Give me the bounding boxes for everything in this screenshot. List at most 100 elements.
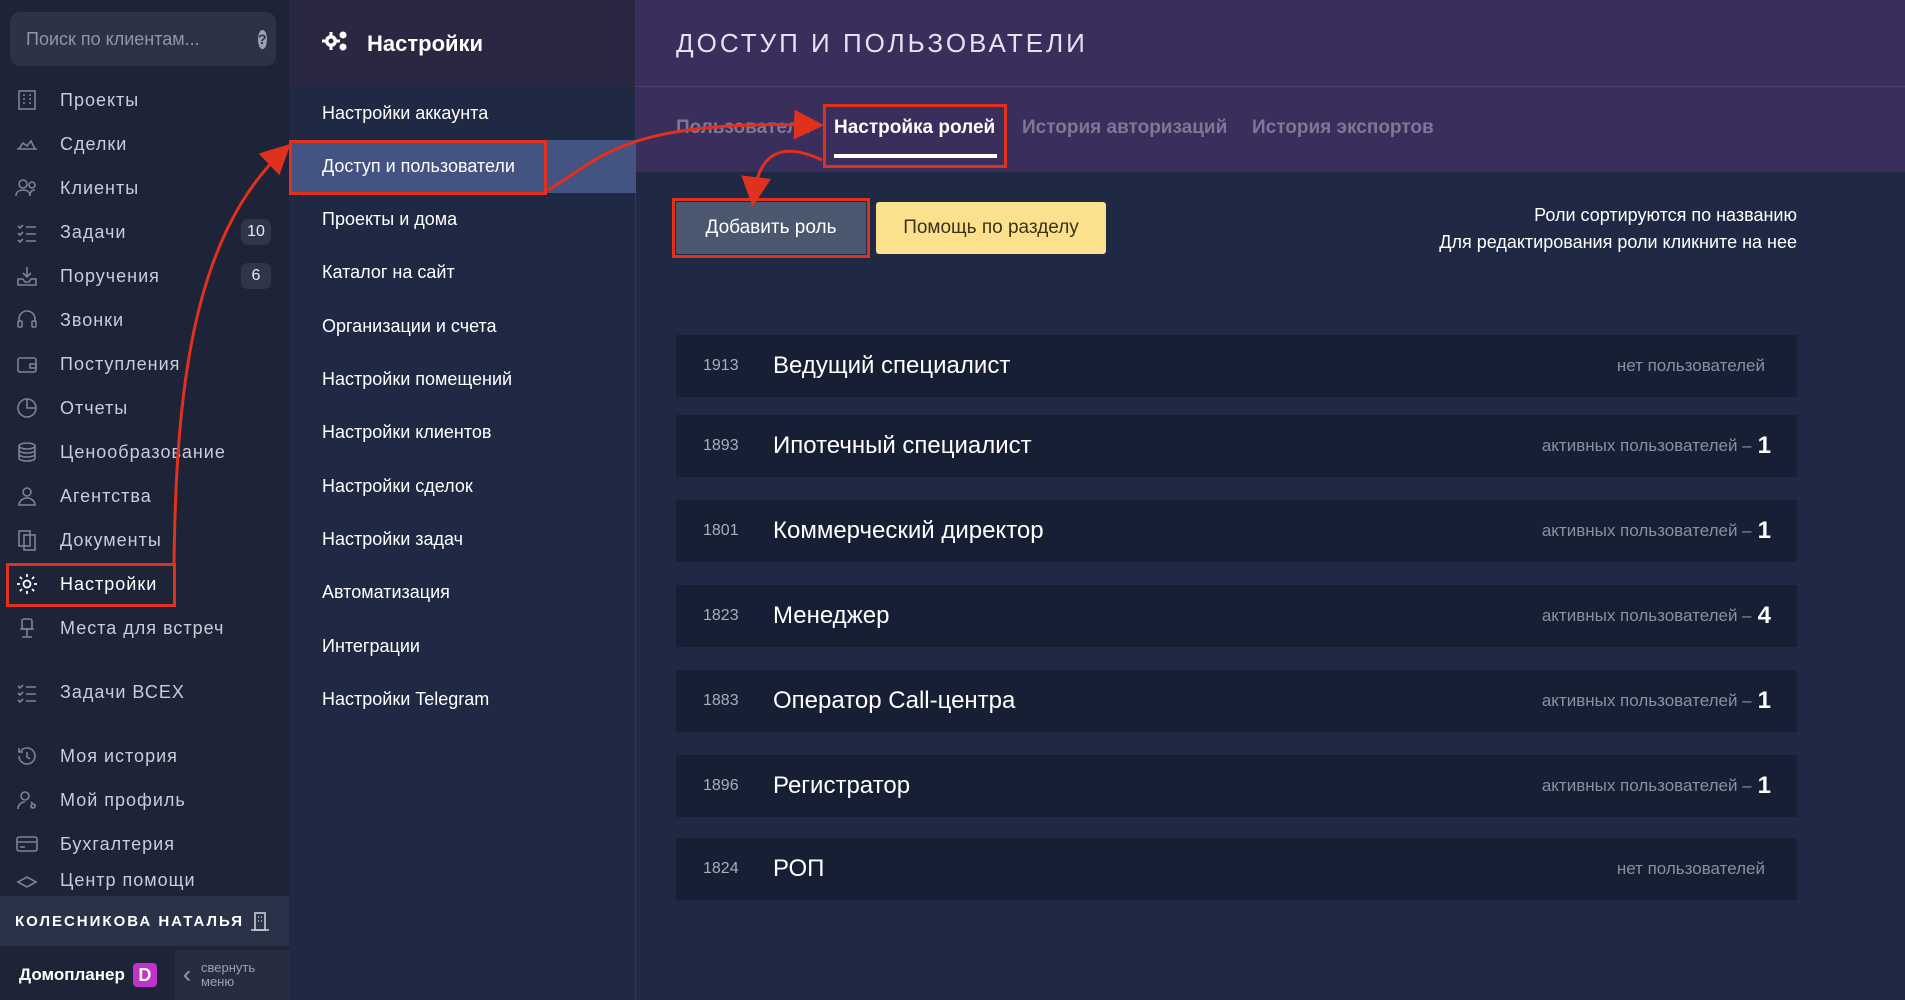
question-icon[interactable]: ? xyxy=(258,29,267,49)
sidebar-item-label: Отчеты xyxy=(60,397,129,418)
sidebar-item-label: Поручения xyxy=(60,265,160,286)
settings-item-projects-houses[interactable]: Проекты и дома xyxy=(289,193,636,246)
sidebar-item-my-history[interactable]: Моя история xyxy=(0,736,289,776)
role-id: 1893 xyxy=(703,437,739,454)
add-role-highlight-box xyxy=(672,198,870,258)
role-users-status: нет пользователей xyxy=(1616,859,1765,878)
settings-item-automation[interactable]: Автоматизация xyxy=(289,566,636,619)
sidebar-item-reports[interactable]: Отчеты xyxy=(0,388,289,428)
search-box[interactable]: ? xyxy=(10,12,276,66)
settings-item-telegram[interactable]: Настройки Telegram xyxy=(289,673,636,726)
role-row[interactable]: 1896 Регистратор активных пользователей … xyxy=(676,755,1797,817)
sidebar-item-accounting[interactable]: Бухгалтерия xyxy=(0,824,289,864)
collapse-menu-button[interactable]: ‹ свернуть меню xyxy=(175,950,289,1000)
section-help-button[interactable]: Помощь по разделу xyxy=(876,202,1106,254)
role-users-status: активных пользователей –4 xyxy=(1541,602,1771,629)
sidebar-item-deals[interactable]: Сделки xyxy=(0,124,289,164)
sidebar-item-calls[interactable]: Звонки xyxy=(0,300,289,340)
settings-title: Настройки xyxy=(367,30,484,56)
settings-item-organizations[interactable]: Организации и счета xyxy=(289,300,636,353)
brand-name: Домопланер xyxy=(19,965,125,984)
settings-item-premises[interactable]: Настройки помещений xyxy=(289,353,636,406)
agent-icon xyxy=(14,483,40,509)
settings-item-integrations[interactable]: Интеграции xyxy=(289,620,636,673)
sidebar-item-meeting-places[interactable]: Места для встреч xyxy=(0,608,289,648)
card-icon xyxy=(14,831,40,857)
building-icon xyxy=(14,87,40,113)
settings-item-clients[interactable]: Настройки клиентов xyxy=(289,406,636,459)
sidebar-item-label: Бухгалтерия xyxy=(60,833,175,854)
sidebar-item-projects[interactable]: Проекты xyxy=(0,80,289,120)
role-row[interactable]: 1913 Ведущий специалист нет пользователе… xyxy=(676,335,1797,397)
settings-item-deals[interactable]: Настройки сделок xyxy=(289,460,636,513)
wallet-icon xyxy=(14,351,40,377)
brand[interactable]: Домопланер D xyxy=(0,950,175,1000)
sidebar-item-tasks[interactable]: Задачи 10 xyxy=(0,212,289,252)
profile-icon xyxy=(14,787,40,813)
role-row[interactable]: 1823 Менеджер активных пользователей –4 xyxy=(676,585,1797,647)
headset-icon xyxy=(14,307,40,333)
settings-item-site-catalog[interactable]: Каталог на сайт xyxy=(289,246,636,299)
role-name: Менеджер xyxy=(773,602,890,629)
current-user-bar[interactable]: КОЛЕСНИКОВА НАТАЛЬЯ xyxy=(0,896,289,946)
history-icon xyxy=(14,743,40,769)
role-id: 1824 xyxy=(703,860,739,877)
sidebar-item-pricing[interactable]: Ценообразование xyxy=(0,432,289,472)
access-highlight-box xyxy=(289,140,547,195)
role-id: 1913 xyxy=(703,357,739,374)
role-row[interactable]: 1801 Коммерческий директор активных поль… xyxy=(676,500,1797,562)
role-row[interactable]: 1893 Ипотечный специалист активных польз… xyxy=(676,415,1797,477)
sidebar-item-payments[interactable]: Поступления xyxy=(0,344,289,384)
sidebar-item-label: Центр помощи xyxy=(60,870,196,890)
sidebar-footer: Домопланер D ‹ свернуть меню xyxy=(0,950,289,1000)
role-name: Коммерческий директор xyxy=(773,517,1044,544)
settings-item-tasks[interactable]: Настройки задач xyxy=(289,513,636,566)
tab-users[interactable]: Пользователи xyxy=(676,117,811,139)
role-id: 1823 xyxy=(703,607,739,624)
role-id: 1801 xyxy=(703,522,739,539)
role-name: Ипотечный специалист xyxy=(773,432,1032,459)
documents-icon xyxy=(14,527,40,553)
sidebar-item-my-profile[interactable]: Мой профиль xyxy=(0,780,289,820)
user-name: КОЛЕСНИКОВА НАТАЛЬЯ xyxy=(15,912,245,930)
assignments-count-badge: 6 xyxy=(241,263,271,289)
role-name: Ведущий специалист xyxy=(773,352,1011,379)
tasks-count-badge: 10 xyxy=(241,219,271,245)
role-name: РОП xyxy=(773,855,825,882)
sidebar-item-label: Задачи xyxy=(60,221,127,242)
gears-icon xyxy=(321,29,349,59)
role-users-status: активных пользователей –1 xyxy=(1541,432,1771,459)
sidebar-item-help-center[interactable]: Центр помощи xyxy=(0,866,289,896)
coins-icon xyxy=(14,439,40,465)
role-users-status: нет пользователей xyxy=(1616,356,1765,375)
sidebar-item-label: Сделки xyxy=(60,133,128,154)
settings-header: Настройки xyxy=(289,0,635,87)
sidebar-item-all-tasks[interactable]: Задачи ВСЕХ xyxy=(0,672,289,712)
help-center-icon xyxy=(14,870,40,896)
handshake-icon xyxy=(14,131,40,157)
settings-item-account[interactable]: Настройки аккаунта xyxy=(289,87,636,140)
sidebar-item-clients[interactable]: Клиенты xyxy=(0,168,289,208)
sidebar-item-label: Поступления xyxy=(60,353,181,374)
role-row[interactable]: 1824 РОП нет пользователей xyxy=(676,838,1797,900)
role-users-status: активных пользователей –1 xyxy=(1541,772,1771,799)
role-row[interactable]: 1883 Оператор Call-центра активных польз… xyxy=(676,670,1797,732)
sidebar-item-agencies[interactable]: Агентства xyxy=(0,476,289,516)
sidebar-item-documents[interactable]: Документы xyxy=(0,520,289,560)
roles-hint: Роли сортируются по названию Для редакти… xyxy=(1439,205,1797,252)
role-name: Оператор Call-центра xyxy=(773,687,1016,714)
roles-tab-highlight-box xyxy=(823,104,1007,168)
tab-export-history[interactable]: История экспортов xyxy=(1252,117,1434,139)
sidebar-item-label: Места для встреч xyxy=(60,617,225,638)
sidebar-item-label: Мой профиль xyxy=(60,789,186,810)
sidebar-item-label: Звонки xyxy=(60,309,125,330)
role-users-status: активных пользователей –1 xyxy=(1541,517,1771,544)
sidebar-item-assignments[interactable]: Поручения 6 xyxy=(0,256,289,296)
page-title: ДОСТУП И ПОЛЬЗОВАТЕЛИ xyxy=(636,0,1905,87)
tab-auth-history[interactable]: История авторизаций xyxy=(1022,117,1227,139)
users-icon xyxy=(14,175,40,201)
main-sidebar: ? Проекты Сделки Клиенты Задачи 10 Поруч… xyxy=(0,0,289,1000)
client-search-input[interactable] xyxy=(26,28,258,50)
sidebar-item-label: Агентства xyxy=(60,485,152,506)
building-switch-icon[interactable] xyxy=(249,910,271,936)
